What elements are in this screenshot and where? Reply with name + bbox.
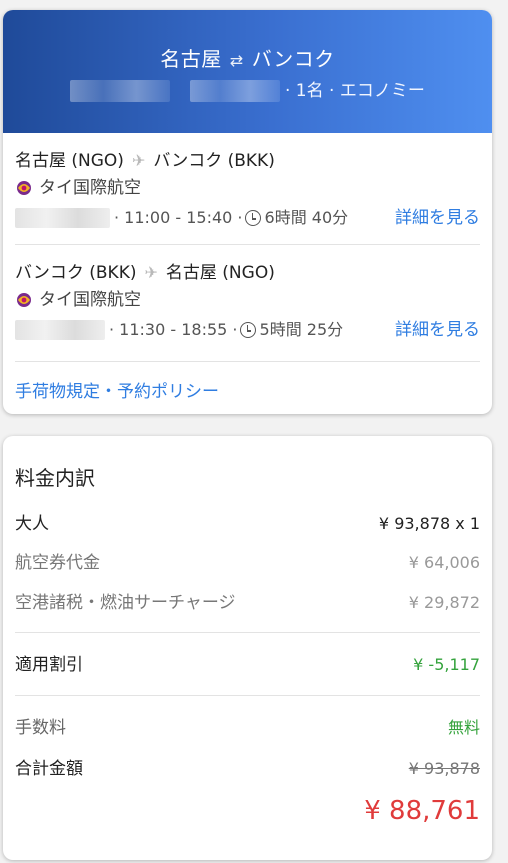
discount-row: 適用割引 ¥ -5,117 bbox=[15, 653, 480, 677]
trip-summary: · 1名 · エコノミー bbox=[3, 76, 492, 102]
baggage-policy-link[interactable]: 手荷物規定・予約ポリシー bbox=[15, 377, 219, 402]
time-range: · 11:30 - 18:55 · bbox=[109, 320, 238, 339]
departure-airport: バンコク (BKK) bbox=[15, 263, 137, 283]
tax-value: ¥ 29,872 bbox=[408, 593, 480, 612]
divider bbox=[15, 632, 480, 633]
thai-airways-logo-icon bbox=[17, 181, 31, 195]
redacted-date bbox=[15, 320, 105, 340]
flight-route: バンコク (BKK) ✈ 名古屋 (NGO) bbox=[15, 260, 480, 286]
total-row: 合計金額 ¥ 93,878 bbox=[15, 757, 480, 781]
outbound-flight: 名古屋 (NGO) ✈ バンコク (BKK) タイ国際航空 · 11:00 - 15… bbox=[15, 148, 480, 234]
return-flight: バンコク (BKK) ✈ 名古屋 (NGO) タイ国際航空 · 11:30 - 18… bbox=[15, 260, 480, 346]
arrival-airport: バンコク (BKK) bbox=[153, 151, 275, 171]
clock-icon bbox=[239, 322, 256, 338]
original-total: ¥ 93,878 bbox=[408, 759, 480, 778]
itinerary-card: 名古屋 ⇄ バンコク · 1名 · エコノミー 名古屋 (NGO) ✈ バンコク (BK… bbox=[3, 10, 492, 414]
destination-city: バンコク bbox=[251, 47, 335, 71]
plane-icon: ✈ bbox=[144, 263, 158, 282]
flight-duration: 6時間 40分 bbox=[264, 208, 349, 227]
total-label: 合計金額 bbox=[15, 759, 83, 779]
fee-row: 手数料 無料 bbox=[15, 716, 480, 740]
price-title: 料金内訳 bbox=[15, 466, 95, 490]
time-range: · 11:00 - 15:40 · bbox=[114, 208, 243, 227]
fare-label: 航空券代金 bbox=[15, 553, 100, 573]
redacted-dates bbox=[70, 80, 171, 102]
redacted-dates bbox=[189, 80, 280, 102]
origin-city: 名古屋 bbox=[160, 47, 222, 71]
route-title: 名古屋 ⇄ バンコク bbox=[3, 43, 492, 72]
divider bbox=[15, 361, 480, 362]
airline: タイ国際航空 bbox=[15, 286, 480, 314]
flight-times: · 11:00 - 15:40 · 6時間 40分 詳細を見る bbox=[15, 202, 480, 234]
airline: タイ国際航空 bbox=[15, 174, 480, 202]
fare-value: ¥ 64,006 bbox=[408, 553, 480, 572]
redacted-date bbox=[15, 208, 110, 228]
arrival-airport: 名古屋 (NGO) bbox=[165, 263, 275, 283]
discount-label: 適用割引 bbox=[15, 655, 83, 675]
tax-label: 空港諸税・燃油サーチャージ bbox=[15, 593, 236, 613]
adult-label: 大人 bbox=[15, 514, 49, 534]
passenger-class: · 1名 · エコノミー bbox=[284, 81, 425, 101]
fee-label: 手数料 bbox=[15, 718, 66, 738]
price-breakdown-card: 料金内訳 大人 ¥ 93,878 x 1 航空券代金 ¥ 64,006 空港諸税… bbox=[3, 436, 492, 860]
view-details-link[interactable]: 詳細を見る bbox=[395, 202, 480, 234]
departure-airport: 名古屋 (NGO) bbox=[15, 151, 124, 171]
view-details-link[interactable]: 詳細を見る bbox=[395, 314, 480, 346]
flight-route: 名古屋 (NGO) ✈ バンコク (BKK) bbox=[15, 148, 480, 174]
clock-icon bbox=[244, 210, 261, 226]
adult-row: 大人 ¥ 93,878 x 1 bbox=[15, 512, 480, 536]
fare-row: 航空券代金 ¥ 64,006 bbox=[15, 551, 480, 575]
flight-duration: 5時間 25分 bbox=[259, 320, 344, 339]
total-amount: ¥ 88,761 bbox=[364, 796, 480, 826]
tax-row: 空港諸税・燃油サーチャージ ¥ 29,872 bbox=[15, 591, 480, 615]
thai-airways-logo-icon bbox=[17, 293, 31, 307]
divider bbox=[15, 244, 480, 245]
plane-icon: ✈ bbox=[131, 151, 146, 170]
swap-icon: ⇄ bbox=[229, 51, 244, 70]
fee-value: 無料 bbox=[447, 718, 480, 737]
discount-value: ¥ -5,117 bbox=[413, 655, 480, 674]
flight-times: · 11:30 - 18:55 · 5時間 25分 詳細を見る bbox=[15, 314, 480, 346]
route-header: 名古屋 ⇄ バンコク · 1名 · エコノミー bbox=[3, 10, 492, 133]
airline-name: タイ国際航空 bbox=[39, 178, 141, 198]
adult-value: ¥ 93,878 x 1 bbox=[378, 514, 480, 533]
airline-name: タイ国際航空 bbox=[39, 290, 141, 310]
divider bbox=[15, 695, 480, 696]
